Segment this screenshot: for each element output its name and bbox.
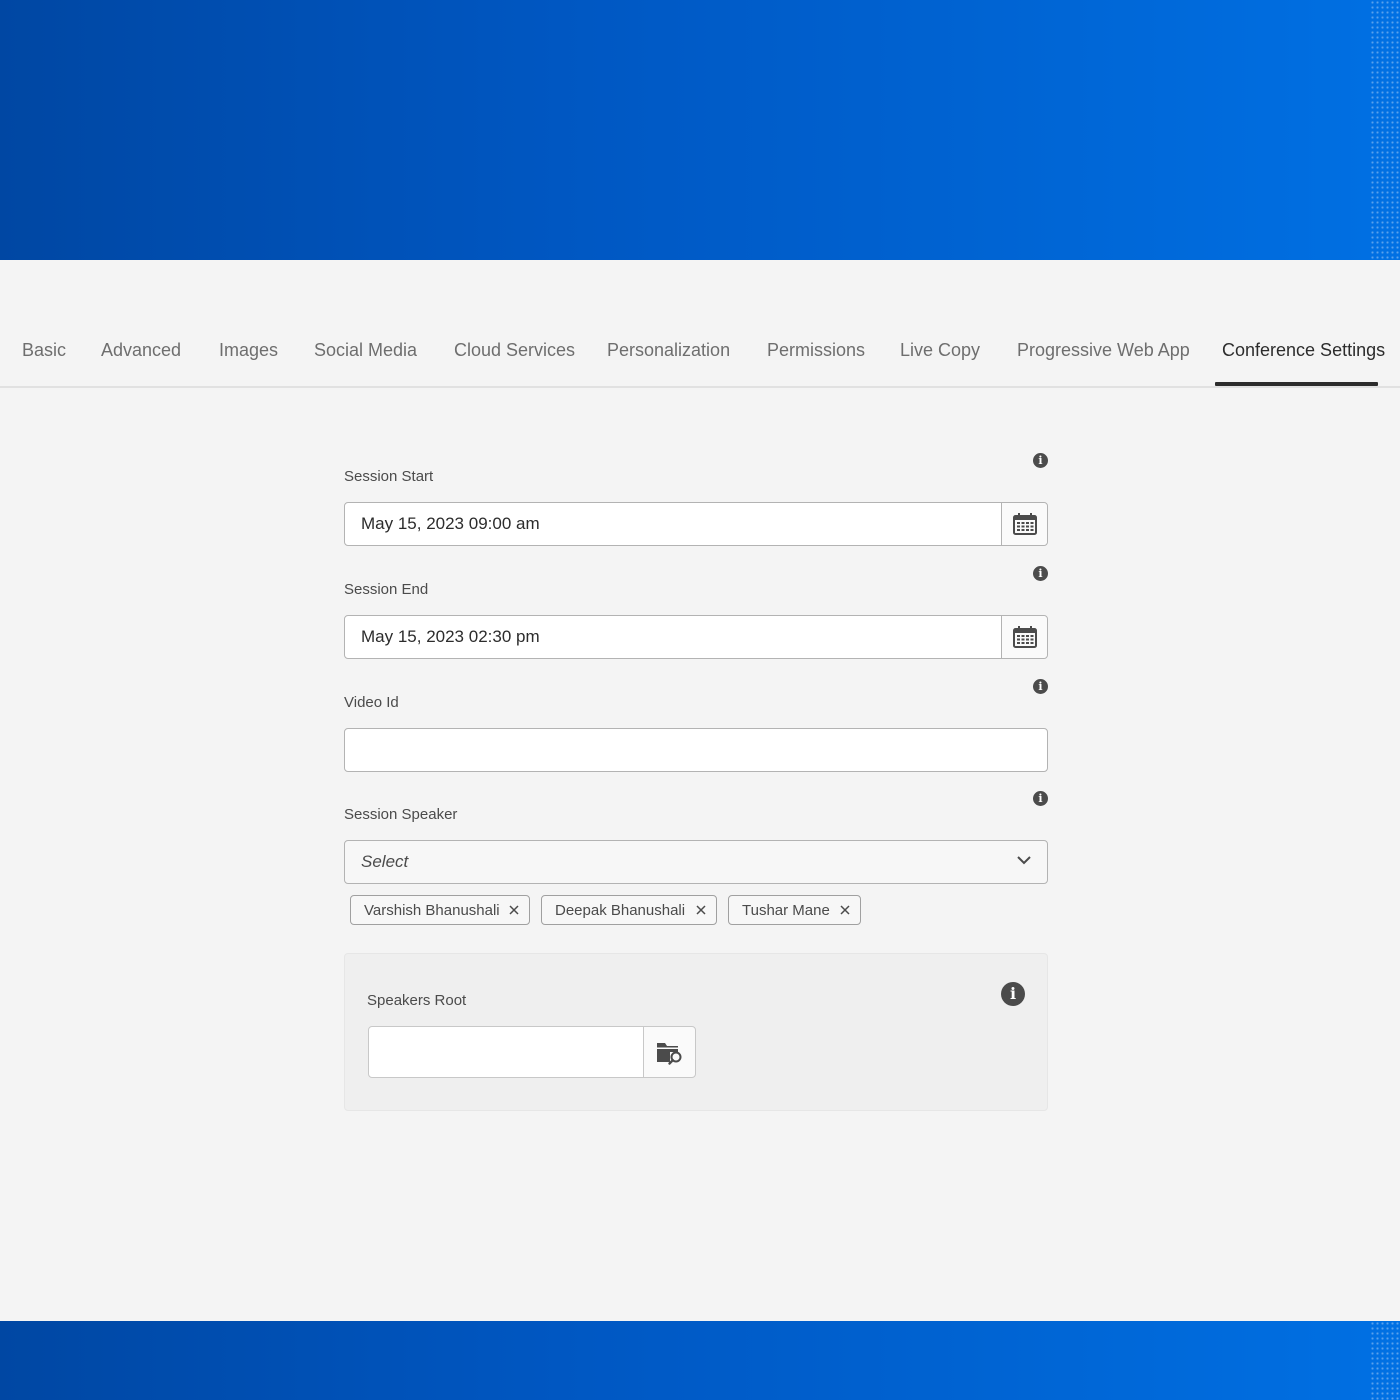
speaker-tag-label: Deepak Bhanushali bbox=[555, 902, 686, 919]
speakers-root-label: Speakers Root bbox=[367, 992, 467, 1009]
tab-permissions[interactable]: Permissions bbox=[767, 340, 865, 361]
tab-advanced[interactable]: Advanced bbox=[101, 340, 181, 361]
session-speaker-label: Session Speaker bbox=[344, 806, 458, 823]
tab-social-media[interactable]: Social Media bbox=[314, 340, 417, 361]
folder-search-icon bbox=[657, 1043, 682, 1065]
session-end-calendar-button[interactable] bbox=[1001, 616, 1047, 658]
speaker-tag: Deepak Bhanushali bbox=[541, 895, 717, 925]
tab-live-copy[interactable]: Live Copy bbox=[900, 340, 980, 361]
session-end-info-icon[interactable]: i bbox=[1033, 566, 1048, 581]
tab-progressive-web-app[interactable]: Progressive Web App bbox=[1017, 340, 1190, 361]
video-id-input[interactable] bbox=[344, 728, 1048, 772]
speaker-tag-label: Tushar Mane bbox=[742, 902, 830, 919]
session-start-field[interactable]: May 15, 2023 09:00 am bbox=[344, 502, 1048, 546]
session-start-info-icon[interactable]: i bbox=[1033, 453, 1048, 468]
session-speaker-placeholder: Select bbox=[361, 852, 409, 871]
header-banner bbox=[0, 0, 1400, 260]
session-end-field[interactable]: May 15, 2023 02:30 pm bbox=[344, 615, 1048, 659]
calendar-icon bbox=[1013, 513, 1037, 535]
session-start-label: Session Start bbox=[344, 468, 434, 485]
tab-basic[interactable]: Basic bbox=[22, 340, 66, 361]
session-speaker-select[interactable]: Select bbox=[344, 840, 1048, 884]
speakers-root-input[interactable] bbox=[368, 1026, 644, 1078]
speakers-root-browse-button[interactable] bbox=[643, 1026, 696, 1078]
active-tab-indicator bbox=[1215, 382, 1378, 386]
session-start-calendar-button[interactable] bbox=[1001, 503, 1047, 545]
calendar-icon bbox=[1013, 626, 1037, 648]
session-end-value: May 15, 2023 02:30 pm bbox=[361, 627, 540, 646]
session-speaker-info-icon[interactable]: i bbox=[1033, 791, 1048, 806]
close-icon[interactable] bbox=[695, 904, 707, 916]
video-id-info-icon[interactable]: i bbox=[1033, 679, 1048, 694]
speaker-tag: Varshish Bhanushali bbox=[350, 895, 530, 925]
tab-bar: Basic Advanced Images Social Media Cloud… bbox=[0, 320, 1400, 388]
speaker-tag-label: Varshish Bhanushali bbox=[364, 902, 500, 919]
session-end-label: Session End bbox=[344, 581, 429, 598]
tab-conference-settings[interactable]: Conference Settings bbox=[1222, 340, 1385, 361]
chevron-down-icon bbox=[1017, 856, 1031, 865]
tab-cloud-services[interactable]: Cloud Services bbox=[454, 340, 575, 361]
speaker-tag: Tushar Mane bbox=[728, 895, 861, 925]
close-icon[interactable] bbox=[839, 904, 851, 916]
close-icon[interactable] bbox=[508, 904, 520, 916]
speakers-root-info-icon[interactable]: i bbox=[1001, 982, 1025, 1006]
video-id-label: Video Id bbox=[344, 694, 399, 711]
speakers-root-panel: Speakers Root i bbox=[344, 953, 1048, 1111]
tab-personalization[interactable]: Personalization bbox=[607, 340, 730, 361]
tab-images[interactable]: Images bbox=[219, 340, 278, 361]
session-start-value: May 15, 2023 09:00 am bbox=[361, 514, 540, 533]
footer-banner bbox=[0, 1321, 1400, 1400]
